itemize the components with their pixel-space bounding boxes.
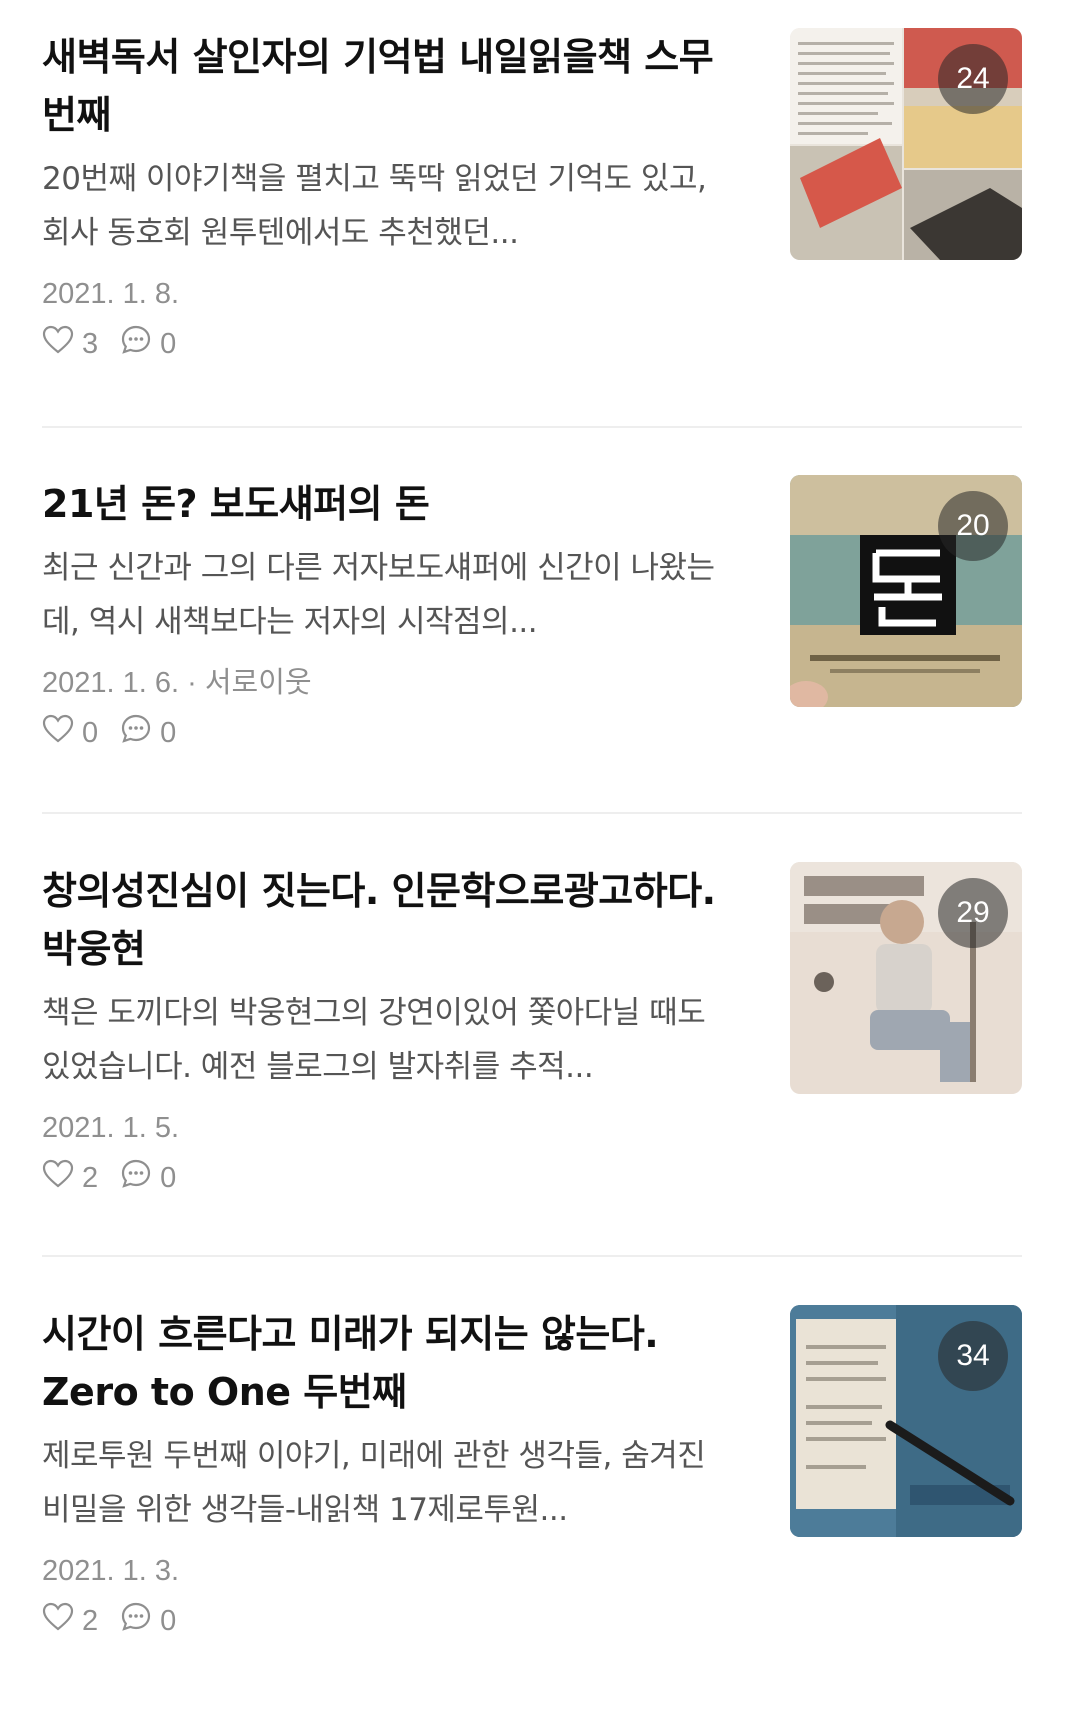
post-date: 2021. 1. 6. · 서로이웃 [42, 667, 312, 699]
comment-count: 0 [160, 327, 177, 360]
post-item[interactable]: 21년 돈? 보도섀퍼의 돈 최근 신간과 그의 다른 저자보도섀퍼에 신간이 … [42, 475, 1037, 905]
photo-count-badge: 20 [938, 491, 1008, 561]
photo-count-badge: 24 [938, 44, 1008, 114]
like-count: 2 [82, 1604, 99, 1637]
heart-icon [42, 1602, 82, 1640]
post-title[interactable]: 21년 돈? 보도섀퍼의 돈 [42, 475, 742, 533]
post-date: 2021. 1. 5. [42, 1112, 180, 1144]
comment-count: 0 [160, 1604, 177, 1637]
post-item[interactable]: 창의성진심이 짓는다. 인문학으로광고하다. 박웅현 책은 도끼다의 박웅현그의… [42, 862, 1037, 1292]
like-button[interactable]: 2 [42, 1159, 98, 1197]
blog-post-feed: 새벽독서 살인자의 기억법 내일읽을책 스무번째 20번째 이야기책을 펼치고 … [0, 0, 1079, 1722]
comment-button[interactable]: 0 [120, 1158, 176, 1198]
divider [42, 812, 1022, 814]
heart-icon [42, 1159, 82, 1197]
post-text: 창의성진심이 짓는다. 인문학으로광고하다. 박웅현 책은 도끼다의 박웅현그의… [42, 862, 742, 1198]
comment-button[interactable]: 0 [120, 324, 176, 364]
post-text: 21년 돈? 보도섀퍼의 돈 최근 신간과 그의 다른 저자보도섀퍼에 신간이 … [42, 475, 742, 753]
post-title[interactable]: 창의성진심이 짓는다. 인문학으로광고하다. 박웅현 [42, 862, 742, 978]
post-snippet[interactable]: 책은 도끼다의 박웅현그의 강연이있어 쫓아다닐 때도 있었습니다. 예전 블로… [42, 986, 742, 1094]
like-count: 0 [82, 716, 99, 749]
like-button[interactable]: 2 [42, 1602, 98, 1640]
post-thumbnail[interactable]: 20 [790, 475, 1022, 707]
post-snippet[interactable]: 제로투원 두번째 이야기, 미래에 관한 생각들, 숨겨진 비밀을 위한 생각들… [42, 1429, 742, 1537]
comment-bubble-icon [120, 1158, 160, 1198]
post-title[interactable]: 새벽독서 살인자의 기억법 내일읽을책 스무번째 [42, 28, 742, 144]
post-snippet[interactable]: 20번째 이야기책을 펼치고 뚝딱 읽었던 기억도 있고, 회사 동호회 원투텐… [42, 152, 742, 260]
heart-icon [42, 325, 82, 363]
post-stats: 0 0 [42, 713, 742, 753]
comment-button[interactable]: 0 [120, 713, 176, 753]
like-button[interactable]: 3 [42, 325, 98, 363]
post-thumbnail[interactable]: 29 [790, 862, 1022, 1094]
heart-icon [42, 714, 82, 752]
comment-count: 0 [160, 1161, 177, 1194]
post-stats: 2 0 [42, 1158, 742, 1198]
photo-count-badge: 34 [938, 1321, 1008, 1391]
post-title[interactable]: 시간이 흐른다고 미래가 되지는 않는다. Zero to One 두번째 [42, 1305, 742, 1421]
like-button[interactable]: 0 [42, 714, 98, 752]
post-stats: 2 0 [42, 1601, 742, 1641]
comment-count: 0 [160, 716, 177, 749]
comment-bubble-icon [120, 1601, 160, 1641]
post-text: 시간이 흐른다고 미래가 되지는 않는다. Zero to One 두번째 제로… [42, 1305, 742, 1641]
like-count: 3 [82, 327, 99, 360]
post-thumbnail[interactable]: 34 [790, 1305, 1022, 1537]
like-count: 2 [82, 1161, 99, 1194]
photo-count-badge: 29 [938, 878, 1008, 948]
post-snippet[interactable]: 최근 신간과 그의 다른 저자보도섀퍼에 신간이 나왔는데, 역시 새책보다는 … [42, 541, 742, 649]
post-date: 2021. 1. 8. [42, 278, 180, 310]
post-thumbnail[interactable]: 24 [790, 28, 1022, 260]
post-item[interactable]: 시간이 흐른다고 미래가 되지는 않는다. Zero to One 두번째 제로… [42, 1305, 1037, 1722]
post-text: 새벽독서 살인자의 기억법 내일읽을책 스무번째 20번째 이야기책을 펼치고 … [42, 28, 742, 364]
post-item[interactable]: 새벽독서 살인자의 기억법 내일읽을책 스무번째 20번째 이야기책을 펼치고 … [42, 28, 1037, 458]
comment-bubble-icon [120, 713, 160, 753]
comment-bubble-icon [120, 324, 160, 364]
comment-button[interactable]: 0 [120, 1601, 176, 1641]
divider [42, 426, 1022, 428]
post-stats: 3 0 [42, 324, 742, 364]
post-date: 2021. 1. 3. [42, 1555, 180, 1587]
divider [42, 1255, 1022, 1257]
